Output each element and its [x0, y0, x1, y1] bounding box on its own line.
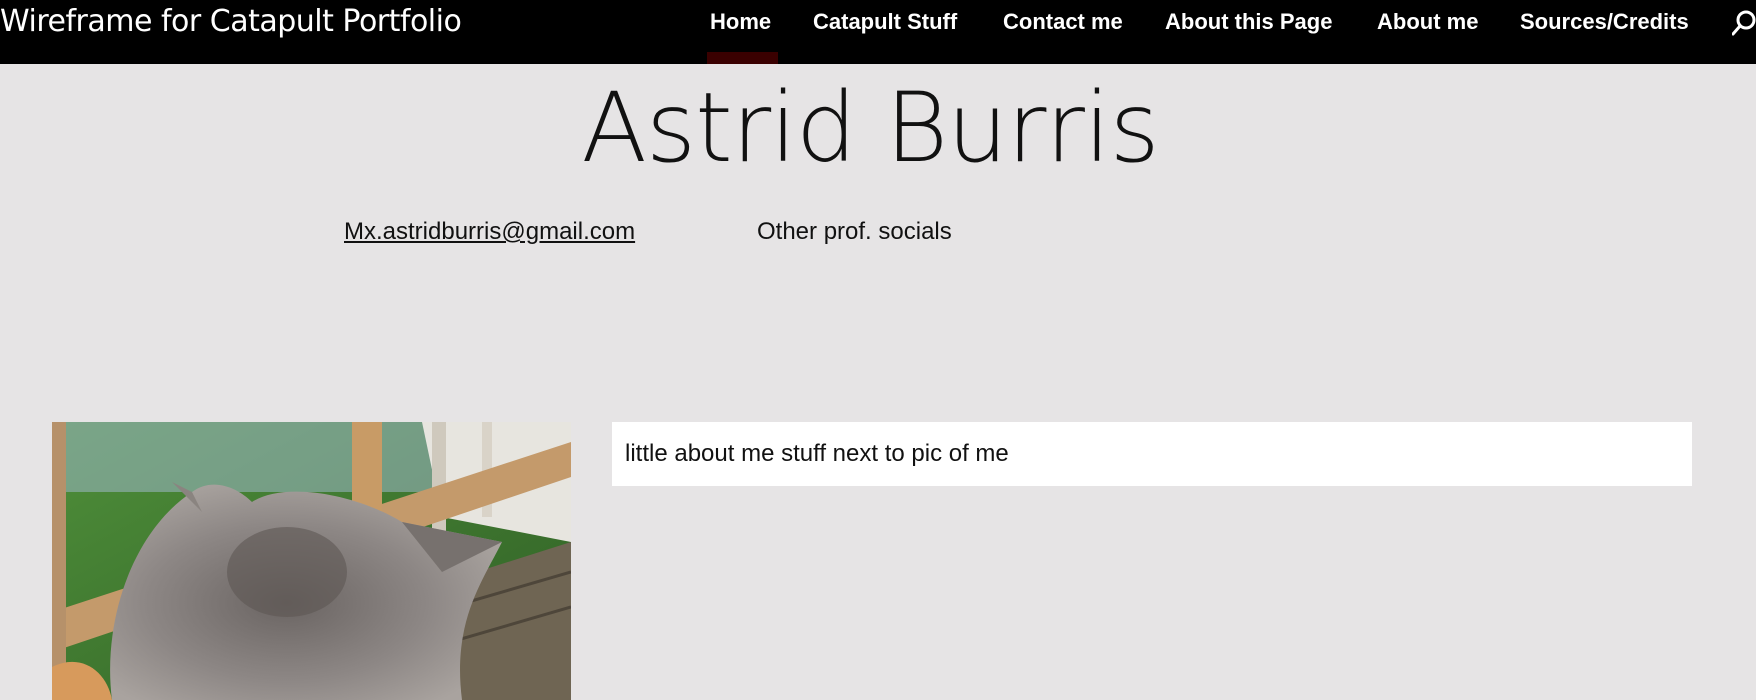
about-me-box: little about me stuff next to pic of me — [612, 422, 1692, 486]
nav-item-sources-credits[interactable]: Sources/Credits — [1520, 0, 1689, 44]
nav-active-indicator — [707, 52, 778, 64]
nav-item-about-me[interactable]: About me — [1377, 0, 1478, 44]
top-navigation-bar: Wireframe for Catapult Portfolio Home Ca… — [0, 0, 1756, 64]
site-title[interactable]: Wireframe for Catapult Portfolio — [0, 0, 462, 44]
other-socials-text: Other prof. socials — [757, 218, 952, 245]
profile-photo — [52, 422, 571, 700]
page-title: Astrid Burris — [0, 68, 1740, 188]
about-me-text: little about me stuff next to pic of me — [625, 440, 1009, 467]
page-title-text: Astrid Burris — [581, 72, 1159, 184]
email-link[interactable]: Mx.astridburris@gmail.com — [344, 218, 635, 246]
nav-item-catapult-stuff[interactable]: Catapult Stuff — [813, 0, 957, 44]
search-icon[interactable] — [1732, 8, 1756, 36]
nav-item-home[interactable]: Home — [710, 0, 771, 44]
nav-item-contact-me[interactable]: Contact me — [1003, 0, 1123, 44]
nav-item-about-this-page[interactable]: About this Page — [1165, 0, 1332, 44]
